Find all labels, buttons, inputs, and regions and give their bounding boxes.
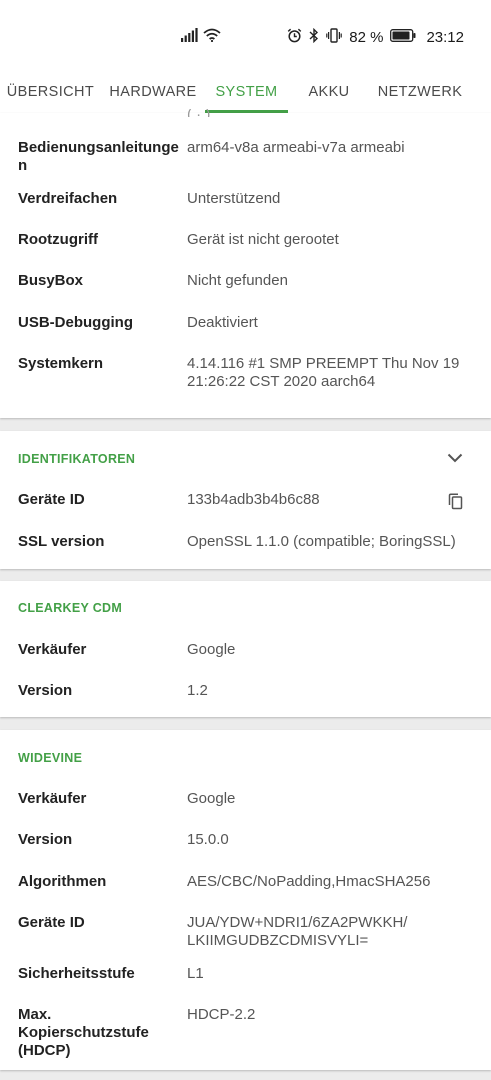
clock: 23:12 [426, 28, 464, 46]
tab-hardware[interactable]: HARDWARE [101, 70, 205, 113]
widevine-card: WIDEVINE Verkäufer Google Version 15.0.0… [0, 730, 491, 1070]
row-label: Bedienungsanleitunge n [18, 139, 179, 174]
tab-battery[interactable]: AKKU [288, 70, 370, 113]
vibrate-icon [326, 27, 343, 47]
row-label: Verkäufer [18, 790, 87, 807]
row-value: 133b4adb3b4b6c88 [187, 491, 320, 508]
battery-icon [390, 28, 416, 46]
row-label: Algorithmen [18, 873, 107, 890]
row-value: Deaktiviert [187, 314, 258, 331]
battery-percent: 82 % [349, 28, 384, 46]
clearkey-card: CLEARKEY CDM Verkäufer Google Version 1.… [0, 581, 491, 717]
row-value: Nicht gefunden [187, 272, 288, 289]
row-label: Sicherheitsstufe [18, 965, 135, 982]
row-value: 15.0.0 [187, 831, 229, 848]
row-label: Systemkern [18, 355, 104, 372]
row-label: USB-Debugging [18, 314, 133, 331]
row-value: JUA/YDW+NDRI1/6ZA2PWKKH/ LKIIMGUDBZCDMIS… [187, 914, 408, 949]
row-label: Verdreifachen [18, 190, 118, 207]
row-value: HDCP-2.2 [187, 1006, 256, 1023]
row-value: 1.2 [187, 682, 208, 699]
section-title: IDENTIFIKATOREN [18, 452, 136, 466]
tab-overview[interactable]: ÜBERSICHT [0, 70, 101, 113]
row-value: Gerät ist nicht gerootet [187, 231, 339, 248]
row-value: Unterstützend [187, 190, 281, 207]
row-label: SSL version [18, 533, 105, 550]
tab-system[interactable]: SYSTEM [205, 70, 288, 113]
row-value: L1 [187, 965, 204, 982]
row-label: Version [18, 682, 73, 699]
section-title: CLEARKEY CDM [18, 601, 123, 615]
signal-icon [181, 27, 198, 47]
row-value: OpenSSL 1.1.0 (compatible; BoringSSL) [187, 533, 456, 550]
row-value: arm64-v8a armeabi-v7a armeabi [187, 139, 405, 156]
row-value: 4.14.116 #1 SMP PREEMPT Thu Nov 19 21:26… [187, 355, 460, 390]
alarm-icon [287, 28, 302, 47]
row-value: AES/CBC/NoPadding,HmacSHA256 [187, 873, 431, 890]
wifi-icon [203, 28, 221, 47]
copy-icon[interactable] [443, 489, 467, 513]
row-label: BusyBox [18, 272, 84, 289]
cut-off-value: ( · ) [187, 109, 210, 117]
system-card: ( · ) Bedienungsanleitunge n arm64-v8a a… [0, 109, 491, 418]
row-label: Geräte ID [18, 914, 85, 931]
status-left-icons [181, 27, 221, 47]
tab-bar: ÜBERSICHT HARDWARE SYSTEM AKKU NETZWERK [0, 70, 491, 113]
status-right-icons: 82 % 23:12 [287, 27, 464, 47]
chevron-down-icon[interactable] [442, 445, 468, 471]
row-label: Version [18, 831, 73, 848]
tab-network[interactable]: NETZWERK [370, 70, 470, 113]
section-title: WIDEVINE [18, 751, 83, 765]
row-label: Max. Kopierschutzstufe (HDCP) [18, 1006, 149, 1059]
row-label: Rootzugriff [18, 231, 98, 248]
status-bar: 82 % 23:12 [0, 0, 491, 70]
row-value: Google [187, 641, 236, 658]
bluetooth-icon [309, 27, 319, 47]
row-label: Geräte ID [18, 491, 85, 508]
row-value: Google [187, 790, 236, 807]
row-label: Verkäufer [18, 641, 87, 658]
identifiers-card: IDENTIFIKATOREN Geräte ID 133b4adb3b4b6c… [0, 431, 491, 569]
